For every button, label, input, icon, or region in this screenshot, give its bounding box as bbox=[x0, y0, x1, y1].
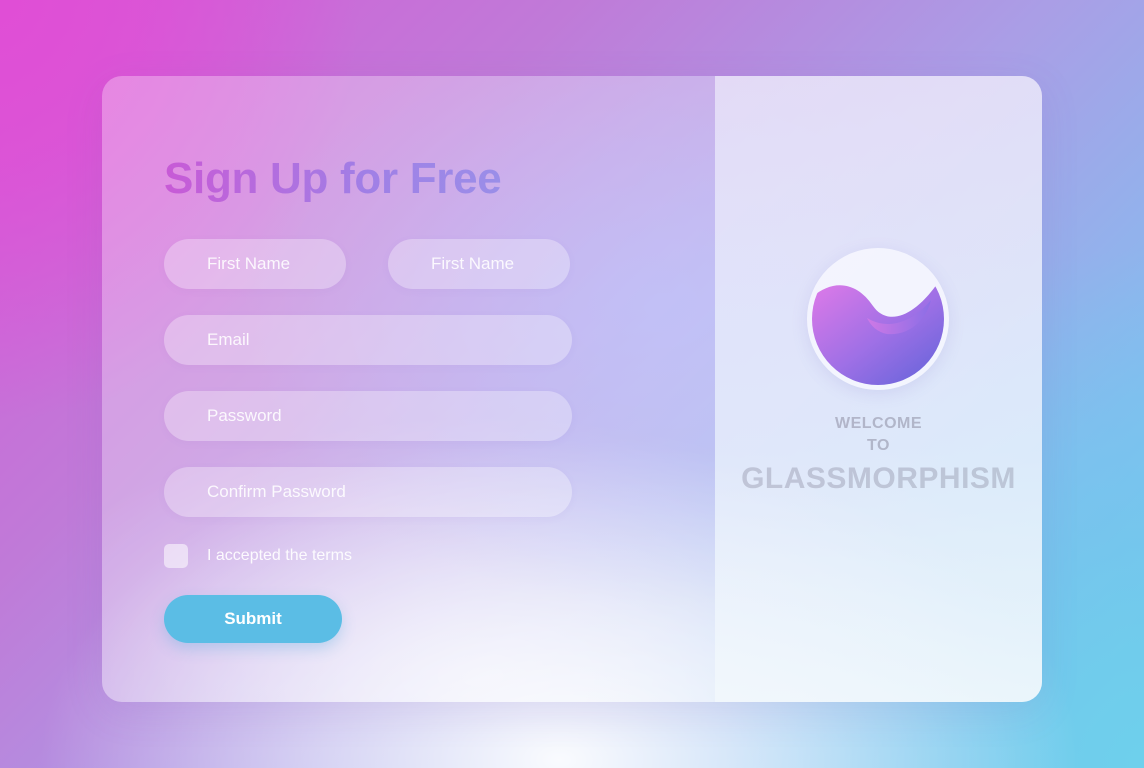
terms-row: I accepted the terms bbox=[164, 543, 352, 569]
signup-card: Sign Up for Free I accepted the terms Su… bbox=[102, 76, 1042, 702]
welcome-to-text: TO bbox=[867, 437, 890, 454]
password-input[interactable] bbox=[164, 391, 572, 441]
terms-label: I accepted the terms bbox=[207, 547, 352, 564]
first-name-input[interactable] bbox=[164, 239, 346, 289]
email-input[interactable] bbox=[164, 315, 572, 365]
confirm-password-input[interactable] bbox=[164, 467, 572, 517]
second-first-name-field[interactable] bbox=[388, 239, 570, 289]
signup-form-panel: Sign Up for Free I accepted the terms Su… bbox=[102, 76, 715, 702]
email-field[interactable] bbox=[164, 315, 572, 365]
first-name-field[interactable] bbox=[164, 239, 346, 289]
password-field[interactable] bbox=[164, 391, 572, 441]
brand-name: GLASSMORPHISM bbox=[741, 462, 1016, 495]
confirm-password-field[interactable] bbox=[164, 467, 572, 517]
welcome-panel: WELCOME TO GLASSMORPHISM bbox=[715, 76, 1042, 702]
second-first-name-input[interactable] bbox=[388, 239, 570, 289]
submit-button[interactable]: Submit bbox=[164, 595, 342, 643]
form-title: Sign Up for Free bbox=[164, 154, 502, 203]
welcome-text: WELCOME bbox=[834, 415, 923, 432]
wave-sphere-logo-icon bbox=[807, 248, 949, 390]
terms-checkbox[interactable] bbox=[164, 544, 188, 568]
